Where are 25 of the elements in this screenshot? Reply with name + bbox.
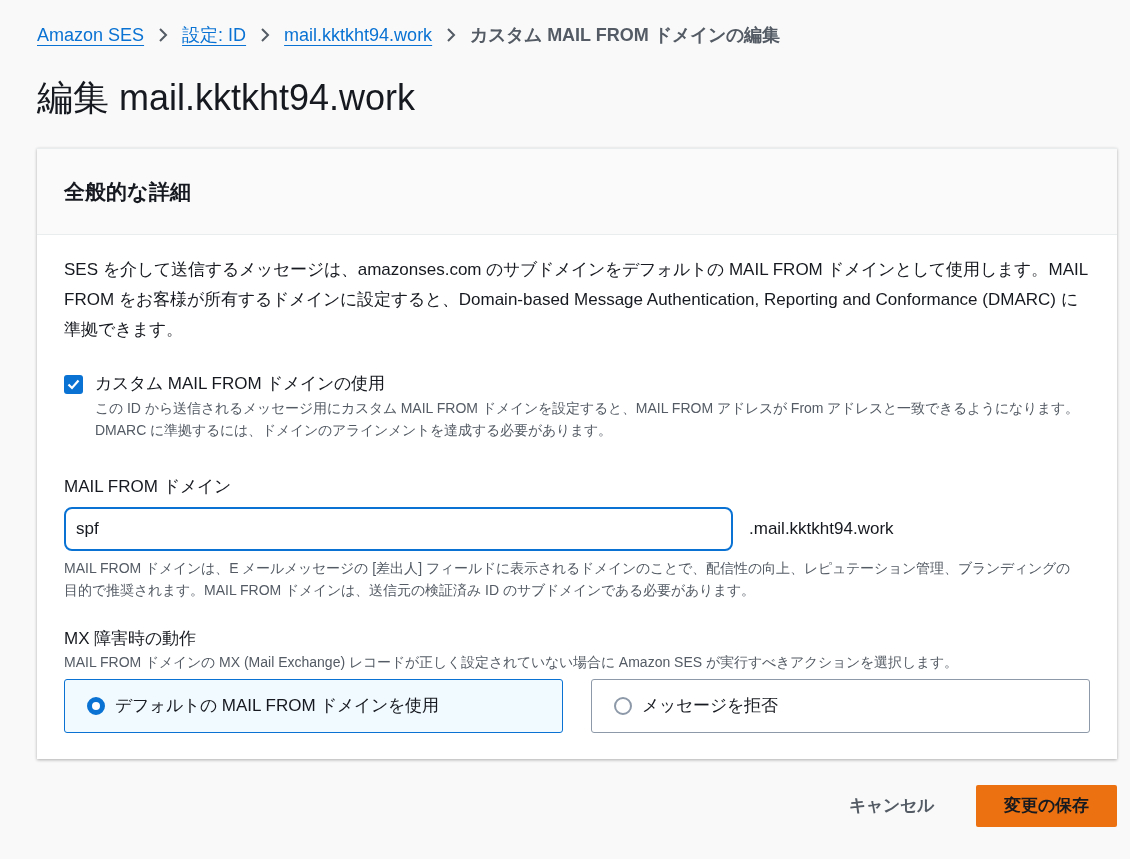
chevron-right-icon (158, 28, 169, 42)
checkbox-label: カスタム MAIL FROM ドメインの使用 (95, 373, 387, 395)
mx-label: MX 障害時の動作 (64, 628, 198, 650)
chevron-right-icon (446, 28, 457, 42)
checkbox-description: この ID から送信されるメッセージ用にカスタム MAIL FROM ドメインを設定すると、MAIL FROM アドレスが From アドレスと一致できるようになります。DMARC に準拠するには、ドメインのアラインメントを達成する必要があります。 (95, 399, 1081, 440)
radio-option[interactable]: メッセージを拒否 (591, 679, 1090, 733)
input-field[interactable]: spf (64, 507, 733, 551)
checkbox[interactable] (64, 375, 83, 394)
description-text: SES を介して送信するメッセージは、amazonses.com のサブドメインをデフォルトの MAIL FROM ドメインとして使用します。MAIL FROM をお客様が所有するドメインに設定すると、Domain-based Message Authentication, Reporting and Conformance (DMARC) に準拠できます。 (64, 259, 1089, 341)
domain-suffix: .mail.kktkht94.work (749, 518, 894, 541)
breadcrumb-link[interactable]: 設定: ID (182, 21, 247, 49)
chevron-right-icon (260, 28, 271, 42)
field-hint: MAIL FROM ドメインは、E メールメッセージの [差出人] フィールドに表示されるドメインのことで、配信性の向上、レピュテーション管理、ブランディングの目的で推奨されます。MAIL FROM ドメインは、送信元の検証済み ID のサブドメインである必要があります。 (64, 559, 1071, 600)
breadcrumb-link[interactable]: Amazon SES (37, 21, 145, 49)
page-title: 編集 mail.kktkht94.work (37, 76, 417, 120)
cancel-button[interactable]: キャンセル (821, 785, 962, 827)
radio-icon (614, 697, 632, 715)
radio-icon (87, 697, 105, 715)
card-header: 全般的な詳細 (64, 178, 191, 206)
radio-option[interactable]: デフォルトの MAIL FROM ドメインを使用 (64, 679, 563, 733)
breadcrumb-current: カスタム MAIL FROM ドメインの編集 (470, 23, 780, 47)
breadcrumb-link[interactable]: mail.kktkht94.work (284, 21, 433, 49)
field-label: MAIL FROM ドメイン (64, 476, 232, 498)
mx-description: MAIL FROM ドメインの MX (Mail Exchange) レコードが正しく設定されていない場合に Amazon SES が実行すべきアクションを選択します。 (64, 653, 959, 672)
save-button[interactable]: 変更の保存 (976, 785, 1117, 827)
